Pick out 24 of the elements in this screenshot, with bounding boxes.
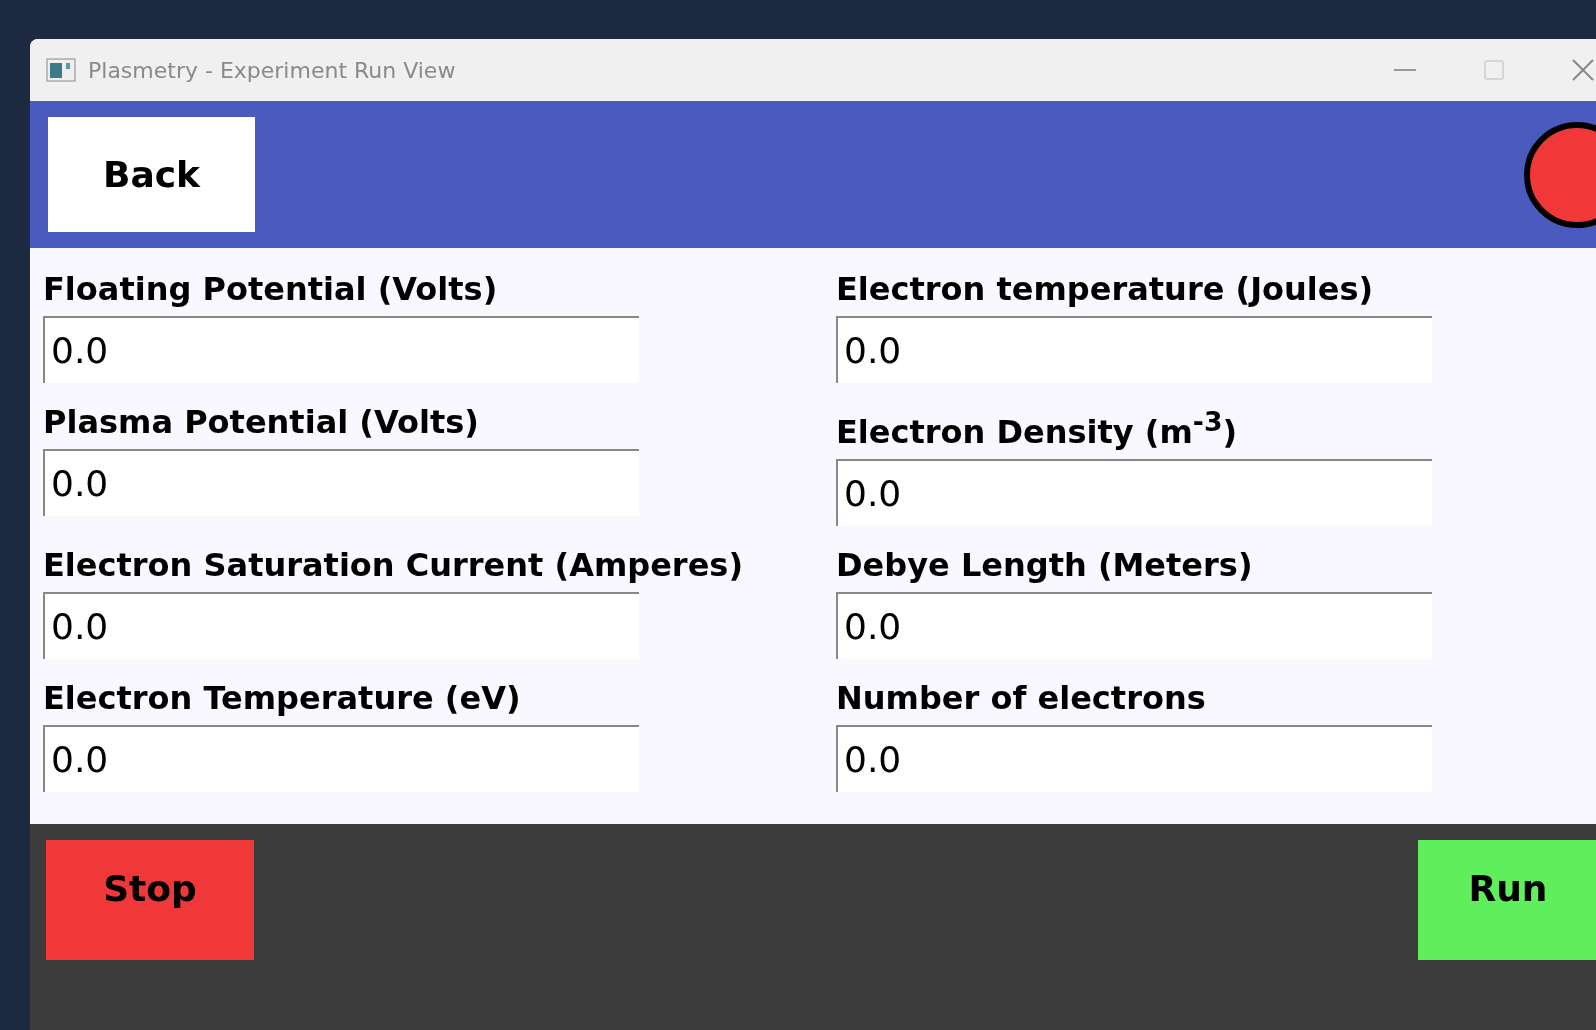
field-label: Number of electrons: [836, 677, 1207, 719]
input-field[interactable]: 0.0: [43, 316, 639, 383]
input-field[interactable]: 0.0: [43, 591, 639, 659]
back-button[interactable]: Back: [48, 117, 255, 232]
app-icon: [46, 58, 76, 82]
close-icon[interactable]: [1572, 59, 1594, 81]
maximize-icon[interactable]: [1484, 60, 1504, 80]
field-label: Electron temperature (Joules): [836, 269, 1375, 310]
minimize-icon[interactable]: [1394, 69, 1416, 71]
stop-button[interactable]: Stop: [46, 839, 254, 960]
input-field[interactable]: 0.0: [836, 591, 1432, 659]
field-label: Electron Density (m$^{-3}$): [836, 405, 1239, 453]
input-field[interactable]: 0.0: [43, 449, 639, 516]
input-field[interactable]: 0.0: [836, 316, 1432, 383]
field-label: Debye Length (Meters): [836, 544, 1254, 586]
input-field[interactable]: 0.0: [43, 724, 639, 792]
run-button[interactable]: Run: [1418, 839, 1596, 960]
window-title: Plasmetry - Experiment Run View: [88, 57, 457, 83]
input-field[interactable]: 0.0: [836, 458, 1432, 526]
field-label: Electron Temperature (eV): [43, 677, 522, 719]
field-label: Electron Saturation Current (Amperes): [43, 544, 744, 586]
field-label: Floating Potential (Volts): [43, 269, 499, 310]
field-label: Plasma Potential (Volts): [43, 402, 480, 443]
input-field[interactable]: 0.0: [836, 724, 1432, 792]
